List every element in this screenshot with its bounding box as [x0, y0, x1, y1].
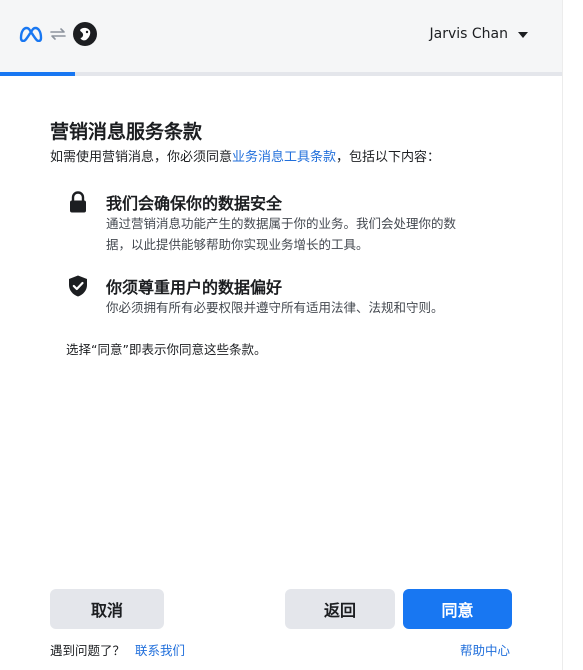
shield-check-icon: [66, 274, 90, 298]
terms-item-body: 通过营销消息功能产生的数据属于你的业务。我们会处理你的数 据，以此提供能够帮助你…: [106, 213, 506, 255]
subtitle-text-after: ，包括以下内容：: [336, 150, 441, 165]
terms-item-data-security: 我们会确保你的数据安全 通过营销消息功能产生的数据属于你的业务。我们会处理你的数…: [66, 190, 506, 252]
contact-us-link[interactable]: 联系我们: [135, 640, 185, 659]
subtitle-text-before: 如需使用营销消息，你必须同意: [50, 150, 233, 165]
help-center-link[interactable]: 帮助中心: [460, 640, 510, 659]
scrollbar[interactable]: [562, 0, 583, 670]
terms-item-body-line: 你必须拥有所有必要权限并遵守所有适用法律、法规和守则。: [106, 300, 444, 315]
footer-help: 遇到问题了？ 联系我们: [50, 640, 185, 659]
agree-button[interactable]: 同意: [403, 589, 512, 629]
terms-item-heading: 我们会确保你的数据安全: [106, 194, 283, 213]
progress-bar: [0, 72, 562, 76]
meta-logo-icon: [18, 26, 44, 46]
page-title: 营销消息服务条款: [50, 121, 203, 143]
terms-item-data-preferences: 你须尊重用户的数据偏好 你必须拥有所有必要权限并遵守所有适用法律、法规和守则。: [66, 274, 506, 318]
agree-note: 选择“同意”即表示你同意这些条款。: [66, 342, 267, 357]
account-switcher[interactable]: Jarvis Chan: [430, 26, 528, 42]
progress-bar-fill: [0, 72, 75, 76]
terms-item-heading: 你须尊重用户的数据偏好: [106, 278, 283, 297]
footer-question-text: 遇到问题了？: [50, 643, 126, 658]
cancel-button[interactable]: 取消: [50, 589, 164, 629]
app-avatar-icon: [72, 21, 98, 51]
terms-item-body: 你必须拥有所有必要权限并遵守所有适用法律、法规和守则。: [106, 297, 506, 318]
dialog-frame: Jarvis Chan 营销消息服务条款 如需使用营销消息，你必须同意业务消息工…: [0, 0, 583, 670]
back-button[interactable]: 返回: [285, 589, 395, 629]
header-logos: [18, 22, 98, 50]
terms-item-body-line: 通过营销消息功能产生的数据属于你的业务。我们会处理你的数: [106, 216, 457, 231]
terms-item-body-line: 据，以此提供能够帮助你实现业务增长的工具。: [106, 237, 369, 252]
lock-icon: [66, 190, 90, 214]
page-subtitle: 如需使用营销消息，你必须同意业务消息工具条款，包括以下内容：: [50, 146, 440, 165]
sync-arrows-icon: [48, 26, 68, 46]
caret-down-icon: [518, 26, 528, 42]
terms-link[interactable]: 业务消息工具条款: [232, 150, 336, 165]
user-name: Jarvis Chan: [429, 26, 508, 42]
header-bar: Jarvis Chan: [0, 0, 562, 72]
